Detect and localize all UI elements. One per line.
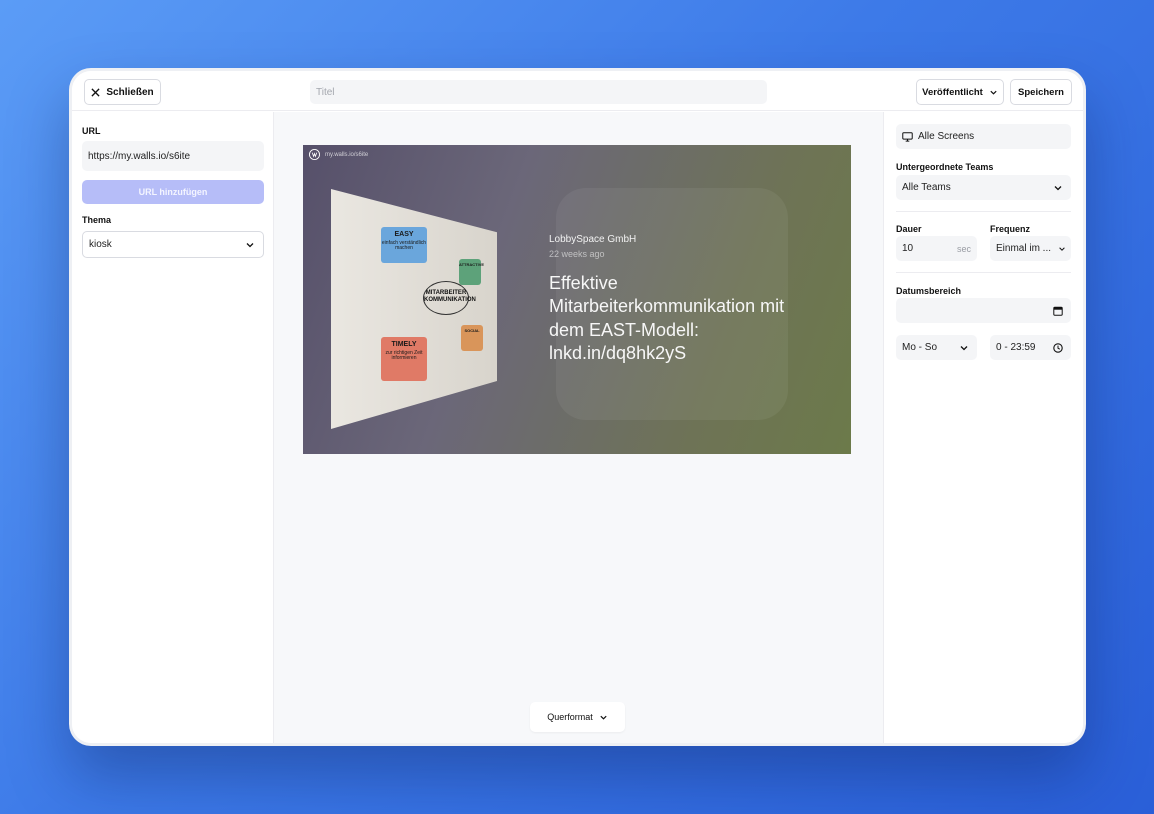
monitor-icon [902, 131, 913, 142]
post-image-board: EASY einfach verständlich machen ATTRACT… [331, 189, 497, 429]
duration-input[interactable]: 10 sec [896, 236, 977, 261]
orientation-dropdown[interactable]: Querformat [530, 702, 625, 732]
attractive-note: ATTRACTIVE [459, 259, 485, 285]
daterange-input[interactable] [896, 298, 1071, 323]
top-bar: Schließen Titel Veröffentlicht Speichern [72, 71, 1083, 111]
url-label: URL [82, 126, 101, 136]
chevron-down-icon [1059, 246, 1065, 251]
url-input[interactable]: https://my.walls.io/s6ite [82, 141, 264, 171]
frequency-select[interactable]: Einmal im ... [990, 236, 1071, 261]
easy-title: EASY [394, 231, 414, 238]
device-frame: Schließen Titel Veröffentlicht Speichern… [69, 68, 1086, 746]
preview-area: my.walls.io/s6ite EASY einfach verständl… [274, 112, 883, 743]
social-note: SOCIAL [461, 325, 483, 351]
duration-unit: sec [956, 243, 971, 254]
post-text: Effektive Mitarbeiterkommunikation mit d… [549, 273, 785, 364]
daterange-label: Datumsbereich [896, 286, 962, 296]
subteams-select[interactable]: Alle Teams [896, 175, 1071, 200]
subteams-value: Alle Teams [902, 182, 951, 193]
frequency-value: Einmal im ... [996, 243, 1052, 254]
post-time: 22 weeks ago [549, 249, 605, 259]
chevron-down-icon [600, 715, 607, 720]
save-button[interactable]: Speichern [1010, 79, 1072, 105]
url-value: https://my.walls.io/s6ite [88, 150, 191, 162]
settings-panel: Alle Screens Untergeordnete Teams Alle T… [883, 112, 1083, 743]
publish-status-dropdown[interactable]: Veröffentlicht [916, 79, 1004, 105]
source-panel: URL https://my.walls.io/s6ite URL hinzuf… [72, 112, 274, 743]
days-select[interactable]: Mo - So [896, 335, 977, 360]
time-range-input[interactable]: 0 - 23:59 [990, 335, 1071, 360]
publish-label: Veröffentlicht [922, 86, 983, 98]
center-circle: MITARBEITER KOMMUNIKATION [423, 281, 476, 315]
chevron-down-icon [960, 345, 968, 350]
time-value: 0 - 23:59 [996, 342, 1036, 353]
chevron-down-icon [246, 242, 254, 247]
add-url-button[interactable]: URL hinzufügen [82, 180, 264, 204]
timely-note: TIMELY zur richtigen Zeit informieren [381, 337, 427, 381]
divider [896, 272, 1071, 273]
add-url-label: URL hinzufügen [138, 187, 208, 197]
social-title: SOCIAL [464, 328, 480, 333]
theme-label: Thema [82, 215, 112, 225]
timely-title: TIMELY [391, 341, 417, 348]
theme-value: kiosk [89, 239, 112, 250]
editor-screen: Schließen Titel Veröffentlicht Speichern… [72, 71, 1083, 743]
duration-label: Dauer [896, 224, 922, 234]
easy-sub: einfach verständlich machen [381, 239, 427, 252]
chevron-down-icon [1054, 185, 1062, 190]
source-badge: my.walls.io/s6ite [309, 149, 368, 160]
days-value: Mo - So [902, 342, 938, 353]
save-label: Speichern [1018, 86, 1064, 98]
close-button[interactable]: Schließen [84, 79, 161, 105]
frequency-label: Frequenz [990, 224, 1031, 234]
clock-icon [1053, 342, 1063, 353]
title-placeholder: Titel [316, 86, 335, 98]
center-label: MITARBEITER KOMMUNIKATION [424, 290, 476, 304]
screens-value: Alle Screens [918, 131, 975, 142]
title-input[interactable]: Titel [310, 80, 767, 104]
calendar-icon [1053, 306, 1063, 316]
attractive-title: ATTRACTIVE [459, 262, 485, 267]
duration-value: 10 [902, 243, 914, 254]
post-preview-card: my.walls.io/s6ite EASY einfach verständl… [303, 145, 851, 454]
easy-note: EASY einfach verständlich machen [381, 227, 427, 263]
format-label: Querformat [547, 712, 593, 722]
theme-select[interactable]: kiosk [82, 231, 264, 258]
close-label: Schließen [106, 86, 154, 98]
timely-sub: zur richtigen Zeit informieren [385, 349, 423, 362]
divider [896, 211, 1071, 212]
subteams-label: Untergeordnete Teams [896, 162, 994, 172]
screens-select[interactable]: Alle Screens [896, 124, 1071, 149]
chevron-down-icon [990, 90, 997, 95]
close-icon [91, 87, 100, 97]
walls-logo-icon [309, 149, 320, 160]
source-url: my.walls.io/s6ite [325, 151, 369, 158]
post-author: LobbySpace GmbH [549, 234, 637, 245]
